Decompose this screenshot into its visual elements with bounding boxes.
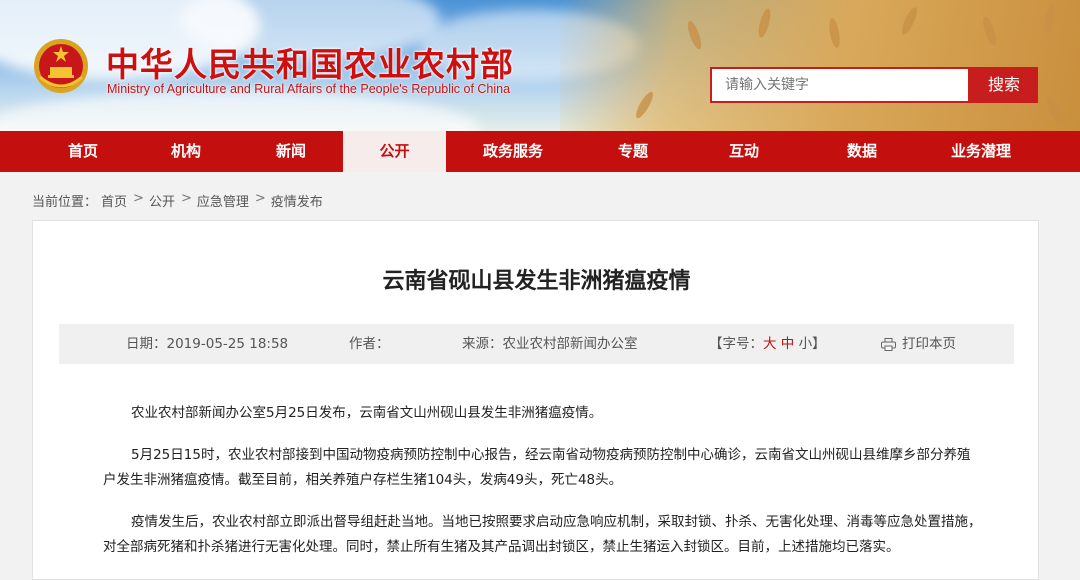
author-label: 作者： xyxy=(349,336,390,352)
nav-item-interaction[interactable]: 互动 xyxy=(686,131,802,172)
breadcrumb-item-epidemic[interactable]: 疫情发布 xyxy=(271,191,323,210)
nav-item-news[interactable]: 新闻 xyxy=(239,131,343,172)
publish-date: 日期：2019-05-25 18:58 xyxy=(126,336,289,352)
search-input[interactable] xyxy=(710,67,970,103)
nav-item-data[interactable]: 数据 xyxy=(802,131,922,172)
article-panel: 云南省砚山县发生非洲猪瘟疫情 日期：2019-05-25 18:58 作者： 来… xyxy=(32,220,1039,580)
source-label: 来源：农业农村部新闻办公室 xyxy=(462,336,638,352)
breadcrumb-item-home[interactable]: 首页 xyxy=(101,191,127,210)
breadcrumb-item-emergency[interactable]: 应急管理 xyxy=(197,191,249,210)
font-size-control: 【字号：大 中 小】 xyxy=(709,324,826,364)
article-meta-bar: 日期：2019-05-25 18:58 作者： 来源：农业农村部新闻办公室 【字… xyxy=(59,324,1014,364)
nav-item-public[interactable]: 公开 xyxy=(343,131,446,172)
font-size-medium[interactable]: 中 xyxy=(781,336,795,352)
print-button[interactable]: 打印本页 xyxy=(881,324,956,364)
breadcrumb-item-public[interactable]: 公开 xyxy=(149,191,175,210)
font-size-prefix: 【字号： xyxy=(709,336,763,352)
article-paragraph: 5月25日15时，农业农村部接到中国动物疫病预防控制中心报告，经云南省动物疫病预… xyxy=(103,447,971,488)
printer-icon xyxy=(881,337,896,351)
breadcrumb-separator: > xyxy=(133,191,144,206)
site-title[interactable]: 中华人民共和国农业农村部 xyxy=(106,38,514,86)
nav-item-organization[interactable]: 机构 xyxy=(133,131,239,172)
nav-item-topics[interactable]: 专题 xyxy=(580,131,686,172)
main-nav: 首页 机构 新闻 公开 政务服务 专题 互动 数据 业务潜理 xyxy=(0,131,1080,172)
search-button[interactable]: 搜索 xyxy=(970,67,1038,103)
print-label: 打印本页 xyxy=(902,336,956,352)
national-emblem-icon xyxy=(34,39,88,93)
article-title: 云南省砚山县发生非洲猪瘟疫情 xyxy=(382,269,691,294)
article-paragraph: 农业农村部新闻办公室5月25日发布，云南省文山州砚山县发生非洲猪瘟疫情。 xyxy=(131,405,603,421)
nav-item-business[interactable]: 业务潜理 xyxy=(922,131,1040,172)
article-paragraph: 疫情发生后，农业农村部立即派出督导组赶赴当地。当地已按照要求启动应急响应机制，采… xyxy=(103,514,982,555)
breadcrumb-separator: > xyxy=(254,191,266,206)
breadcrumb-separator: > xyxy=(180,191,192,206)
font-size-large[interactable]: 大 xyxy=(763,336,777,352)
font-size-suffix: 】 xyxy=(812,336,826,352)
nav-item-services[interactable]: 政务服务 xyxy=(446,131,580,172)
breadcrumb-prefix: 当前位置： xyxy=(32,195,98,210)
header-banner: 中华人民共和国农业农村部 Ministry of Agriculture and… xyxy=(0,0,1080,131)
cloud-decoration xyxy=(0,90,480,131)
font-size-small[interactable]: 小 xyxy=(799,336,813,352)
article-body: 农业农村部新闻办公室5月25日发布，云南省文山州砚山县发生非洲猪瘟疫情。 5月2… xyxy=(103,401,983,577)
breadcrumb: 当前位置： 首页 > 公开 > 应急管理 > 疫情发布 xyxy=(32,191,327,210)
site-subtitle-english: Ministry of Agriculture and Rural Affair… xyxy=(107,82,511,96)
nav-item-home[interactable]: 首页 xyxy=(33,131,133,172)
